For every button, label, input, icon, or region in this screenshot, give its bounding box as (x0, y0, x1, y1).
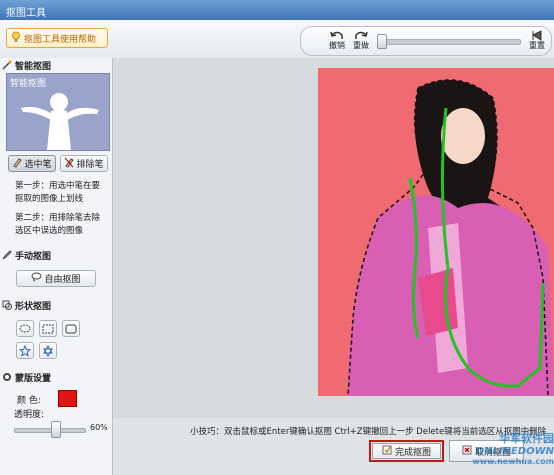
watermark: 华军软件园 ONLINEDOWN www.newhua.com (470, 430, 554, 475)
help-button-label: 抠图工具使用帮助 (24, 34, 97, 45)
pen-icon (2, 250, 12, 260)
history-panel: 撤销 重做 重置 (300, 26, 552, 56)
finish-cutout-label: 完成抠图 (394, 447, 431, 458)
opacity-slider[interactable] (14, 428, 86, 433)
finish-cutout-button[interactable]: 完成抠图 (369, 440, 444, 462)
hexagram-icon (43, 344, 53, 357)
ellipse-shape-button[interactable] (16, 320, 34, 337)
person-silhouette-icon (21, 93, 99, 150)
free-cutout-button[interactable]: 自由抠图 (16, 270, 96, 287)
star-icon (19, 344, 31, 357)
smart-cutout-title: 智能抠图 (15, 61, 52, 72)
step-one-text: 第一步：用选中笔在要抠取的图像上划线 (15, 181, 101, 204)
rounded-rect-icon (65, 324, 77, 333)
opacity-slider-thumb[interactable] (51, 421, 61, 438)
mask-settings-header: 蒙版设置 (2, 370, 108, 384)
step-two-text: 第二步：用排除笔去除选区中误选的图像 (15, 213, 101, 236)
portrait-image (347, 79, 554, 396)
exclude-pen-label: 排除笔 (76, 160, 104, 170)
magic-wand-icon (2, 60, 12, 70)
history-slider-thumb[interactable] (377, 34, 387, 49)
shapes-icon (2, 300, 12, 310)
rect-icon (42, 324, 54, 333)
redo-label: 重做 (353, 41, 369, 50)
shape-cutout-header: 形状抠图 (2, 298, 108, 312)
mask-color-label: 颜 色: (17, 396, 41, 406)
rect-shape-button[interactable] (39, 320, 57, 337)
pen-exclude-icon (64, 157, 75, 171)
undo-button[interactable]: 撤销 (327, 30, 347, 52)
select-pen-label: 选中笔 (24, 160, 52, 170)
watermark-line1: 华军软件园 (499, 432, 554, 445)
rounded-rect-shape-button[interactable] (62, 320, 80, 337)
select-pen-button[interactable]: 选中笔 (8, 155, 56, 172)
opacity-value: 60% (90, 423, 108, 432)
help-button[interactable]: 抠图工具使用帮助 (6, 28, 108, 48)
undo-label: 撤销 (329, 41, 345, 50)
mask-icon (2, 372, 12, 382)
mask-opacity-label: 透明度: (14, 410, 45, 420)
shape-cutout-title: 形状抠图 (15, 301, 52, 312)
mask-color-swatch[interactable] (58, 390, 77, 407)
free-cutout-label: 自由抠图 (44, 275, 81, 285)
pen-select-icon (12, 157, 23, 171)
restore-button[interactable]: 重置 (527, 30, 547, 52)
watermark-line3: www.newhua.com (472, 457, 554, 466)
redo-button[interactable]: 重做 (351, 30, 371, 52)
star-shape-button[interactable] (16, 342, 34, 359)
finish-icon (382, 445, 392, 458)
window-title: 抠图工具 (6, 8, 46, 19)
title-bar: 抠图工具 (0, 0, 554, 20)
hexagram-shape-button[interactable] (39, 342, 57, 359)
restore-label: 重置 (529, 41, 545, 50)
exclude-pen-button[interactable]: 排除笔 (60, 155, 108, 172)
smart-cutout-preview: 智能抠图 (6, 73, 110, 151)
toolbar: 抠图工具使用帮助 撤销 重做 重置 (0, 20, 554, 59)
mask-settings-title: 蒙版设置 (15, 373, 52, 384)
manual-cutout-header: 手动抠图 (2, 248, 108, 262)
lightbulb-icon (11, 31, 21, 46)
lasso-icon (31, 272, 42, 285)
photo-canvas[interactable] (318, 68, 554, 396)
manual-cutout-title: 手动抠图 (15, 251, 52, 262)
smart-cutout-header: 智能抠图 (2, 58, 108, 72)
history-slider[interactable] (379, 39, 521, 45)
ellipse-icon (19, 324, 31, 333)
watermark-line2: ONLINEDOWN (475, 446, 554, 457)
